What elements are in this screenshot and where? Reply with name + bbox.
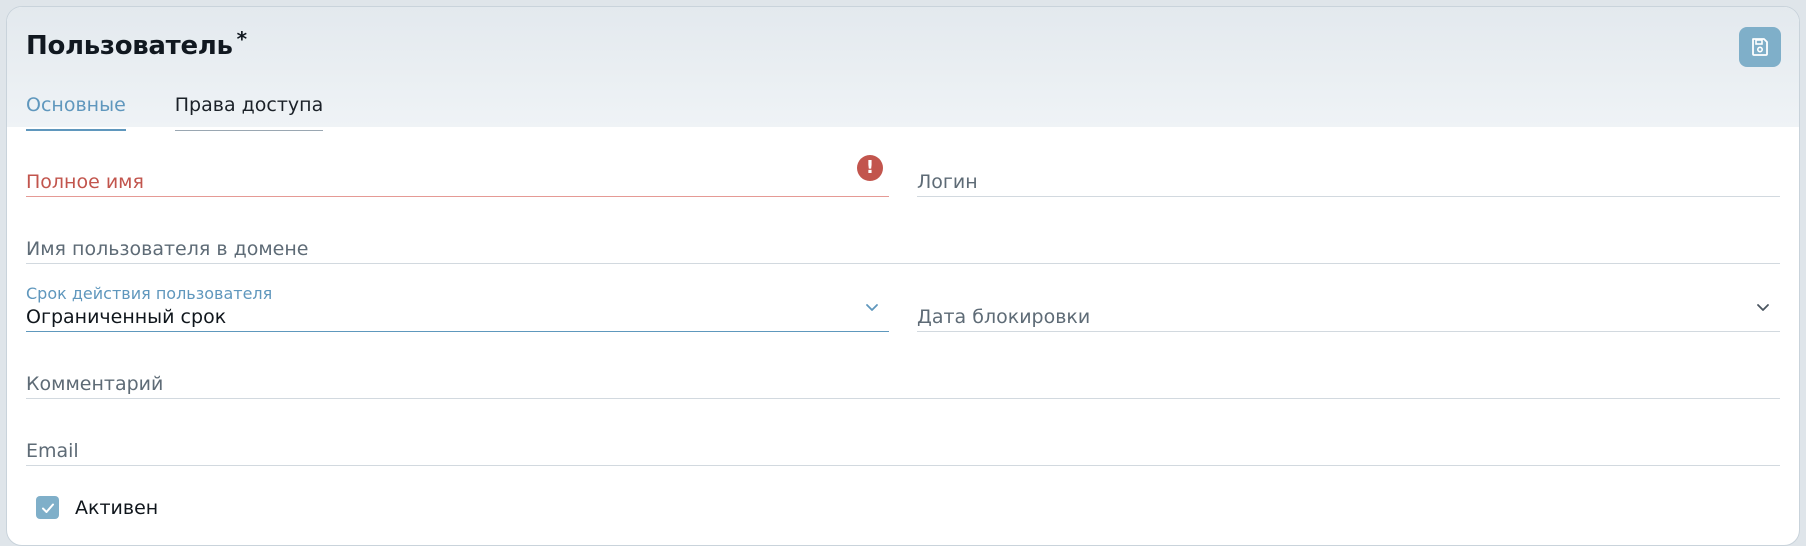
login-placeholder: Логин [917,171,978,193]
login-field[interactable]: Логин [917,155,1780,197]
tab-general[interactable]: Основные [26,95,126,131]
user-validity-value: Ограниченный срок [26,306,227,328]
checkmark-icon [41,503,54,513]
page-title: Пользователь * [26,27,247,61]
chevron-down-icon[interactable] [1756,303,1770,313]
user-validity-label: Срок действия пользователя [26,284,273,303]
chevron-down-icon[interactable] [865,303,879,313]
comment-field[interactable]: Комментарий [26,357,1780,399]
domain-username-field[interactable]: Имя пользователя в домене [26,222,1780,264]
active-checkbox-row[interactable]: Активен [36,496,158,519]
tab-access-rights[interactable]: Права доступа [174,95,324,131]
full-name-placeholder: Полное имя [26,171,144,193]
full-name-field[interactable]: Полное имя ! [26,155,889,197]
user-validity-select[interactable]: Срок действия пользователя Ограниченный … [26,284,889,332]
active-checkbox[interactable] [36,496,59,519]
domain-username-placeholder: Имя пользователя в домене [26,238,309,260]
block-date-placeholder: Дата блокировки [917,306,1091,328]
email-field[interactable]: Email [26,424,1780,466]
page-title-text: Пользователь [26,31,233,61]
required-mark: * [236,27,247,51]
block-date-select[interactable]: Дата блокировки [917,284,1780,332]
active-checkbox-label: Активен [75,496,159,519]
email-placeholder: Email [26,440,79,462]
user-form-card: Пользователь * Основные Права доступа Пол… [6,6,1800,546]
comment-placeholder: Комментарий [26,373,164,395]
save-button[interactable] [1739,27,1781,67]
tab-bar: Основные Права доступа [26,95,324,135]
form-header: Пользователь * Основные Права доступа [7,7,1799,131]
floppy-disk-icon [1752,38,1768,56]
error-icon: ! [857,155,883,181]
